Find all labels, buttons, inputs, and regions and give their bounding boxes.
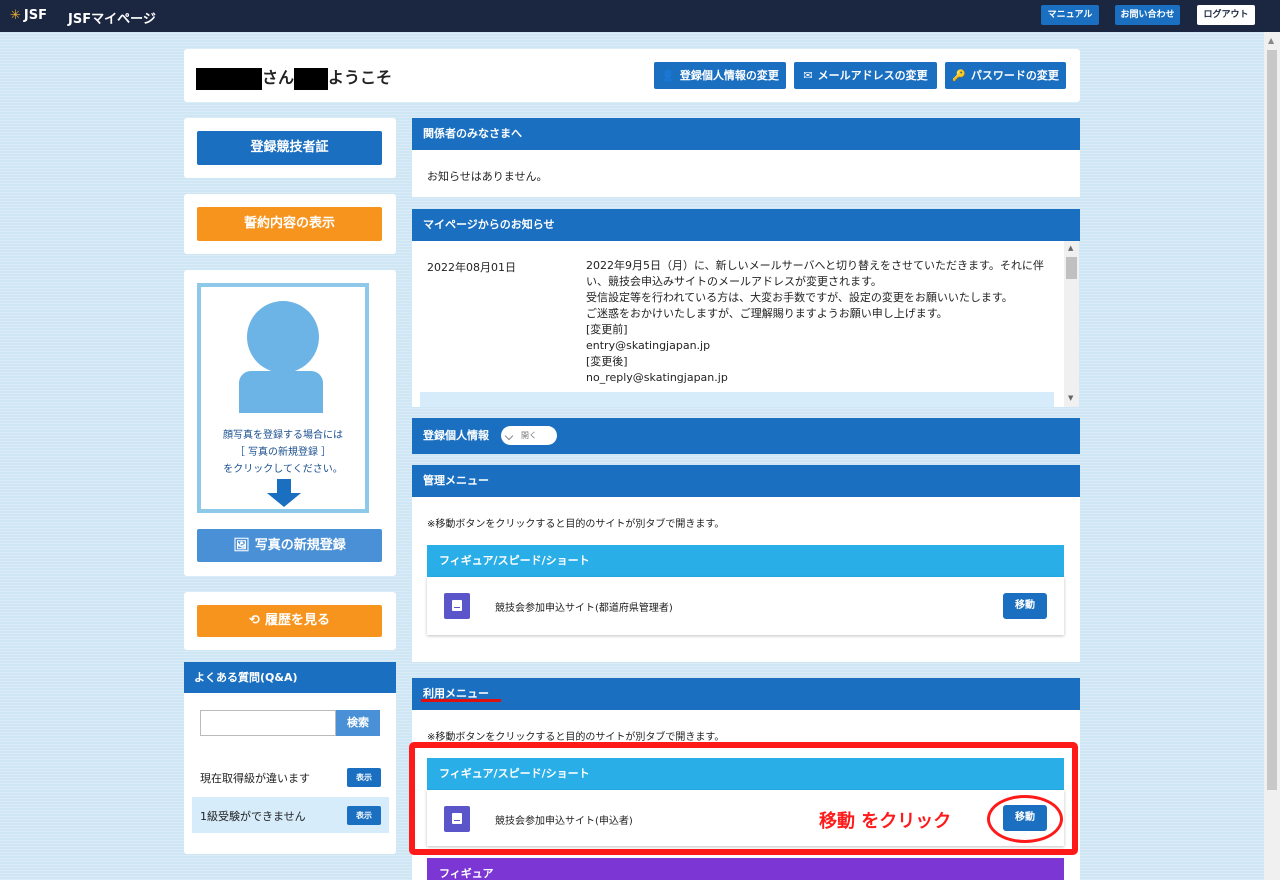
contact-button[interactable]: お問い合わせ xyxy=(1115,5,1180,25)
next-group: フィギュア xyxy=(427,858,1064,880)
avatar-head xyxy=(247,301,319,373)
photo-placeholder: 顔写真を登録する場合には ［ 写真の新規登録 ］ をクリックしてください。 xyxy=(197,283,369,513)
logout-button[interactable]: ログアウト xyxy=(1197,5,1255,25)
faq-search-button[interactable]: 検索 xyxy=(336,710,380,736)
admin-menu-note: ※移動ボタンをクリックすると目的のサイトが別タブで開きます。 xyxy=(427,519,725,530)
document-icon xyxy=(444,593,470,619)
star-icon: ✳ xyxy=(10,8,21,23)
news-scrollbar[interactable]: ▲ ▼ xyxy=(1064,241,1079,407)
top-bar: ✳ JSF JSFマイページ マニュアル お問い合わせ ログアウト xyxy=(0,0,1280,32)
underline-annotation xyxy=(421,699,501,702)
image-icon: 🖼 xyxy=(233,538,250,553)
envelope-icon: ✉ xyxy=(803,69,813,82)
scroll-up-icon[interactable]: ▲ xyxy=(1268,36,1274,45)
faq-title: よくある質問(Q&A) xyxy=(184,662,396,693)
user-edit-icon: 👤 xyxy=(661,69,675,82)
avatar-body xyxy=(239,371,323,413)
pledge-button[interactable]: 誓約内容の表示 xyxy=(197,207,382,241)
redacted-name xyxy=(196,67,262,90)
scroll-up-icon[interactable]: ▲ xyxy=(1068,244,1073,252)
san-text: さん xyxy=(262,68,295,87)
faq-show-button[interactable]: 表示 xyxy=(347,806,381,825)
key-icon: 🔑 xyxy=(952,69,966,82)
news-list: 2022年08月01日 2022年9月5日（月）に、新しいメールサーバへと切り替… xyxy=(412,241,1079,407)
user-menu-note: ※移動ボタンをクリックすると目的のサイトが別タブで開きます。 xyxy=(427,732,725,743)
photo-instructions: 顔写真を登録する場合には ［ 写真の新規登録 ］ をクリックしてください。 xyxy=(223,430,343,475)
notice-panel-body: お知らせはありません。 xyxy=(412,150,1080,197)
jsf-logo[interactable]: ✳ JSF xyxy=(10,8,47,23)
scroll-down-icon[interactable]: ▼ xyxy=(1068,394,1073,402)
news-panel-title: マイページからのお知らせ xyxy=(412,209,1080,241)
email-change-button[interactable]: ✉ メールアドレスの変更 xyxy=(794,62,937,89)
faq-show-button[interactable]: 表示 xyxy=(347,768,381,787)
circle-annotation xyxy=(987,795,1063,843)
profile-change-button[interactable]: 👤 登録個人情報の変更 xyxy=(654,62,786,89)
news-text: 2022年9月5日（月）に、新しいメールサーバへと切り替えをさせていただきます。… xyxy=(586,259,1044,384)
click-instruction-annotation: 移動 をクリック xyxy=(819,811,952,832)
history-icon: ⟲ xyxy=(249,613,260,628)
history-button[interactable]: ⟲ 履歴を見る xyxy=(197,605,382,637)
scroll-thumb[interactable] xyxy=(1066,257,1077,279)
admin-group-title: フィギュア/スピード/ショート xyxy=(427,545,1064,577)
welcome-heading: さん ようこそ xyxy=(196,64,392,90)
admin-site-row: 競技会参加申込サイト(都道府県管理者) 移動 xyxy=(427,577,1064,635)
redacted-name xyxy=(294,67,329,90)
faq-item: 現在取得級が違います 表示 xyxy=(192,759,389,795)
scroll-thumb[interactable] xyxy=(1267,50,1277,790)
personal-info-toggle[interactable]: 開く xyxy=(501,426,557,445)
app-title: JSFマイページ xyxy=(68,12,156,27)
logo-text: JSF xyxy=(23,8,47,23)
license-button[interactable]: 登録競技者証 xyxy=(197,131,382,165)
manual-button[interactable]: マニュアル xyxy=(1041,5,1099,25)
photo-register-button[interactable]: 🖼 写真の新規登録 xyxy=(197,529,382,562)
admin-site-label: 競技会参加申込サイト(都道府県管理者) xyxy=(495,603,673,614)
password-change-button[interactable]: 🔑 パスワードの変更 xyxy=(945,62,1066,89)
admin-move-button[interactable]: 移動 xyxy=(1003,593,1047,619)
faq-item: 1級受験ができません 表示 xyxy=(192,797,389,833)
down-arrow-head xyxy=(267,493,301,507)
greeting-text: ようこそ xyxy=(328,68,393,87)
highlight-box-annotation xyxy=(409,742,1078,855)
news-row-next xyxy=(420,392,1054,407)
down-arrow-icon xyxy=(277,479,291,493)
admin-menu-title: 管理メニュー xyxy=(412,465,1080,497)
user-menu-title: 利用メニュー xyxy=(412,678,1080,710)
news-date: 2022年08月01日 xyxy=(427,261,516,274)
page-scrollbar[interactable]: ▲ xyxy=(1264,32,1280,880)
faq-search-input[interactable] xyxy=(200,710,336,736)
chevron-down-icon xyxy=(504,431,514,441)
notice-panel-title: 関係者のみなさまへ xyxy=(412,118,1080,150)
next-group-title: フィギュア xyxy=(427,858,1064,880)
